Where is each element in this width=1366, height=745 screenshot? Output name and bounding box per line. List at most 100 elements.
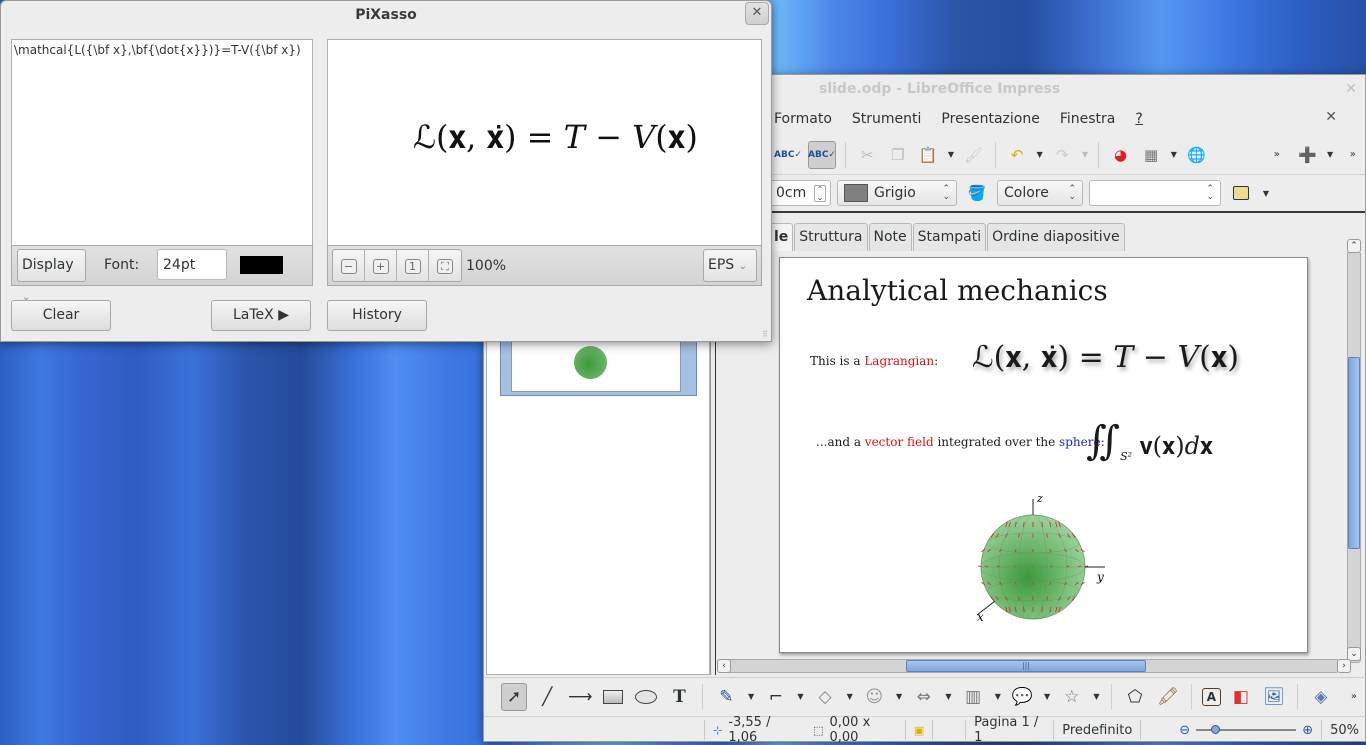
vector-field-sphere-image[interactable]: z y x	[965, 492, 1115, 624]
autospellcheck-icon[interactable]: ABC✓	[807, 140, 836, 169]
undo-dropdown-icon[interactable]: ▼	[1035, 150, 1044, 159]
points-icon[interactable]: ⬠	[1122, 683, 1148, 711]
area-style-select[interactable]: Colore ⌃ ⌄	[997, 180, 1083, 206]
scroll-right-icon[interactable]: ›	[1337, 659, 1351, 673]
color-picker-button[interactable]	[240, 256, 283, 274]
tab-ordine-diapositive[interactable]: Ordine diapositive	[987, 223, 1125, 251]
horizontal-scrollbar[interactable]: |||	[719, 659, 1339, 673]
zoom-original-button[interactable]: 1	[397, 250, 429, 282]
zoom-slider-track[interactable]	[1196, 725, 1297, 734]
slide-title[interactable]: Analytical mechanics	[807, 274, 1108, 307]
gallery-icon[interactable]: 🖼	[1261, 683, 1287, 711]
font-size-input[interactable]	[157, 249, 227, 280]
scroll-up-icon[interactable]: ⌃	[1347, 239, 1361, 253]
menu-finestra[interactable]: Finestra	[1060, 111, 1116, 127]
vertical-scroll-thumb[interactable]	[1348, 357, 1360, 549]
menu-help[interactable]: ?	[1135, 111, 1142, 127]
slide-text-vector-field[interactable]: ...and a vector field integrated over th…	[816, 435, 1105, 449]
lagrangian-equation-image[interactable]: ℒ(𝐱, 𝐱̇) = 𝑇 − 𝑉(𝐱)	[972, 340, 1239, 375]
slide-thumbnail[interactable]	[511, 340, 681, 392]
history-button[interactable]: History	[327, 300, 427, 331]
chart-icon[interactable]: ◕	[1108, 141, 1133, 169]
zoom-in-button[interactable]: +	[365, 250, 397, 282]
toolbar-overflow-icon[interactable]: »	[1340, 141, 1365, 169]
callouts-icon[interactable]: 💬	[1009, 683, 1035, 711]
menu-strumenti[interactable]: Strumenti	[852, 111, 922, 127]
tab-struttura[interactable]: Struttura	[794, 223, 868, 251]
zoom-in-icon[interactable]: ⊕	[1302, 723, 1313, 738]
curve-icon[interactable]: ✎	[713, 683, 739, 711]
latex-source-editor[interactable]: \mathcal{L({\bf x},\bf{\dot{x}})}=T-V({\…	[11, 39, 313, 246]
tab-stampati[interactable]: Stampati	[912, 223, 987, 251]
fontwork-icon[interactable]: A	[1202, 687, 1221, 706]
format-select[interactable]: EPS ⌄	[703, 249, 757, 282]
horizontal-scroll-thumb[interactable]: |||	[906, 660, 1146, 672]
table-dropdown-icon[interactable]: ▼	[1169, 150, 1178, 159]
line-icon[interactable]: ╱	[534, 683, 560, 711]
callouts-dropdown-icon[interactable]: ▼	[1042, 692, 1051, 701]
shadow-icon[interactable]	[1227, 179, 1255, 207]
zoom-percentage[interactable]: 50%	[1321, 720, 1366, 740]
hyperlink-icon[interactable]: 🌐	[1184, 141, 1209, 169]
new-slide-icon[interactable]: ➕	[1295, 141, 1320, 169]
select-pointer-icon[interactable]: ➚	[501, 682, 528, 711]
from-file-icon[interactable]: ◧	[1228, 683, 1254, 711]
toolbar-overflow-icon[interactable]: »	[1265, 141, 1290, 169]
extrusion-toggle-icon[interactable]: ◈	[1308, 683, 1334, 711]
line-color-select[interactable]: Grigio ⌃ ⌄	[837, 180, 957, 206]
surface-integral-equation-image[interactable]: ∬S² 𝐯(𝐱)𝑑𝐱	[1086, 418, 1213, 464]
tab-normale[interactable]: le	[769, 223, 794, 251]
slide-text-lagrangian[interactable]: This is a Lagrangian:	[810, 354, 938, 368]
toolbar-overflow-icon[interactable]: ▼	[1261, 189, 1271, 198]
menu-presentazione[interactable]: Presentazione	[941, 111, 1039, 127]
clone-formatting-icon[interactable]: 🖌	[961, 141, 986, 169]
block-arrows-dropdown-icon[interactable]: ▼	[944, 692, 953, 701]
spellcheck-icon[interactable]: ABC✓	[774, 141, 802, 169]
spin-arrows-icon[interactable]: ⌃ ⌄	[814, 185, 826, 202]
slide[interactable]: Analytical mechanics This is a Lagrangia…	[779, 257, 1308, 653]
tab-note[interactable]: Note	[868, 223, 912, 251]
zoom-out-icon[interactable]: ⊖	[1179, 723, 1190, 738]
basic-shapes-dropdown-icon[interactable]: ▼	[845, 692, 854, 701]
menu-formato[interactable]: Formato	[774, 111, 832, 127]
pixasso-close-button[interactable]: ✕	[745, 2, 769, 25]
resize-grip-icon[interactable]: ⠿	[762, 330, 768, 339]
zoom-out-button[interactable]: −	[333, 250, 365, 282]
symbol-shapes-dropdown-icon[interactable]: ▼	[894, 692, 903, 701]
flowchart-icon[interactable]: ▥	[960, 683, 986, 711]
rectangle-icon[interactable]	[600, 683, 626, 711]
line-arrow-icon[interactable]: ⟶	[567, 683, 593, 711]
paste-icon[interactable]: 📋	[916, 141, 941, 169]
curve-dropdown-icon[interactable]: ▼	[746, 692, 755, 701]
ellipse-icon[interactable]	[633, 683, 659, 711]
stars-icon[interactable]: ☆	[1059, 683, 1085, 711]
symbol-shapes-icon[interactable]: ☺	[861, 683, 887, 711]
redo-dropdown-icon[interactable]: ▼	[1081, 150, 1090, 159]
block-arrows-icon[interactable]: ⇔	[911, 683, 937, 711]
glue-points-icon[interactable]: 🖍	[1155, 683, 1181, 711]
toolbar-overflow-icon[interactable]: »	[1341, 683, 1366, 711]
zoom-slider[interactable]: ⊖ ⊕	[1140, 720, 1321, 740]
cut-icon[interactable]: ✂	[855, 141, 880, 169]
connector-dropdown-icon[interactable]: ▼	[796, 692, 805, 701]
scroll-left-icon[interactable]: ‹	[717, 659, 731, 673]
document-modified-indicator[interactable]: ▣	[904, 720, 932, 740]
paste-dropdown-icon[interactable]: ▼	[947, 150, 956, 159]
vertical-scrollbar[interactable]	[1347, 251, 1361, 663]
window-close-icon[interactable]: ✕	[1345, 81, 1357, 97]
area-fill-bucket-icon[interactable]: 🪣	[963, 179, 991, 207]
stars-dropdown-icon[interactable]: ▼	[1092, 692, 1101, 701]
line-width-spinner[interactable]: 0cm ⌃ ⌄	[769, 180, 831, 206]
text-icon[interactable]: T	[666, 683, 692, 711]
flowchart-dropdown-icon[interactable]: ▼	[993, 692, 1002, 701]
copy-icon[interactable]: ❐	[885, 141, 910, 169]
area-fill-select[interactable]: ⌃ ⌄	[1089, 180, 1221, 206]
document-close-icon[interactable]: ✕	[1325, 109, 1337, 125]
zoom-slider-knob[interactable]	[1210, 725, 1220, 734]
table-icon[interactable]: ▦	[1139, 141, 1164, 169]
latex-button[interactable]: LaTeX ▶	[211, 300, 311, 331]
new-slide-dropdown-icon[interactable]: ▼	[1326, 150, 1335, 159]
undo-icon[interactable]: ↶	[1005, 141, 1030, 169]
connector-icon[interactable]: ⌐	[763, 683, 789, 711]
redo-icon[interactable]: ↷	[1050, 141, 1075, 169]
